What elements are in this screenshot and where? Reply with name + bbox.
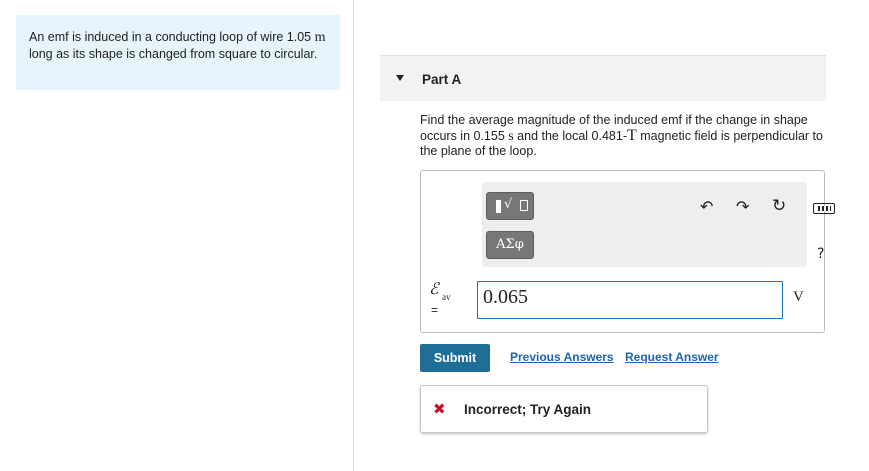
math-toolbar: √ ΑΣφ ↶ ↷ ↻ ? xyxy=(482,182,835,267)
reset-icon[interactable]: ↻ xyxy=(772,196,786,216)
emf-symbol: ℰ xyxy=(429,281,439,298)
collapse-caret-icon[interactable] xyxy=(396,75,404,81)
greek-symbols-button[interactable]: ΑΣφ xyxy=(486,231,534,259)
question-text-2: and the local 0.481- xyxy=(513,129,627,143)
keyboard-icon[interactable] xyxy=(813,203,835,214)
request-answer-link[interactable]: Request Answer xyxy=(625,350,719,364)
answer-input[interactable]: 0.065 xyxy=(477,281,783,319)
unit-tesla: T xyxy=(626,127,637,144)
undo-icon[interactable]: ↶ xyxy=(700,197,713,216)
templates-button[interactable]: √ xyxy=(486,192,534,220)
equals-sign: = xyxy=(431,303,439,317)
column-divider xyxy=(353,0,354,471)
feedback-box: ✖ Incorrect; Try Again xyxy=(420,385,708,433)
emf-subscript: av xyxy=(442,292,451,302)
feedback-text: Incorrect; Try Again xyxy=(464,402,592,417)
incorrect-x-icon: ✖ xyxy=(433,400,446,418)
answer-unit: V xyxy=(793,289,804,305)
help-icon[interactable]: ? xyxy=(817,246,824,262)
question-text: Find the average magnitude of the induce… xyxy=(420,113,830,159)
part-a-header[interactable]: Part A xyxy=(380,55,826,101)
redo-icon[interactable]: ↷ xyxy=(736,197,749,216)
previous-answers-link[interactable]: Previous Answers xyxy=(510,350,614,364)
submit-button[interactable]: Submit xyxy=(420,344,490,372)
unit-meters: m xyxy=(314,30,326,45)
answer-box: √ ΑΣφ ↶ ↷ ↻ ? ℰ av = 0.065 V xyxy=(420,170,835,333)
problem-text-1: An emf is induced in a conducting loop o… xyxy=(29,30,315,44)
problem-statement: An emf is induced in a conducting loop o… xyxy=(16,15,340,90)
problem-text-2: long as its shape is changed from square… xyxy=(29,47,318,61)
sqrt-icon: √ xyxy=(504,197,513,212)
templates-icon xyxy=(496,200,501,213)
box-icon xyxy=(520,200,528,211)
part-title: Part A xyxy=(422,72,462,87)
